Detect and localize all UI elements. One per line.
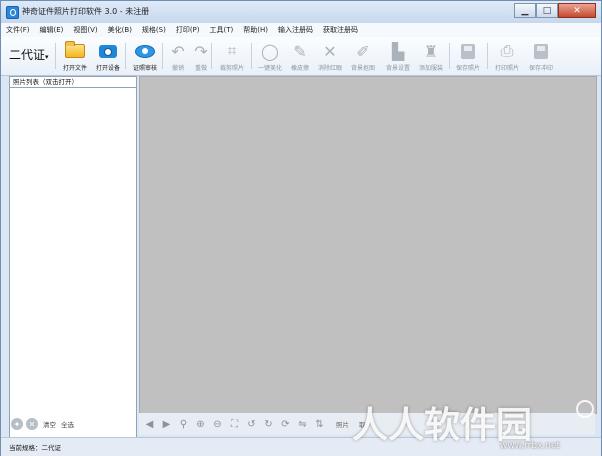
add-clothes-button[interactable]: ♜ 添加服装 xyxy=(414,39,448,73)
camera-icon xyxy=(99,44,117,58)
save-icon xyxy=(461,43,475,59)
spec-dropdown-label: 二代证 xyxy=(9,48,46,62)
select-all-button[interactable]: 全选 xyxy=(61,419,74,429)
refresh-icon[interactable]: ⟳ xyxy=(279,418,292,431)
toolbar: 二代证▾ 打开文件 打开设备 证照审核 ↶ 撤销 ↷ 重做 ⌗ 裁剪照片 ◯ 一… xyxy=(1,37,601,76)
eye-icon xyxy=(135,44,155,58)
menu-print[interactable]: 打印(P) xyxy=(171,25,205,35)
minimize-button[interactable]: ▁ xyxy=(514,3,536,18)
photo-label[interactable]: 照片 xyxy=(336,419,349,429)
menu-view[interactable]: 视图(V) xyxy=(68,25,102,35)
menu-bar: 文件(F) 编辑(E) 视图(V) 美化(B) 规格(S) 打印(P) 工具(T… xyxy=(1,23,601,37)
pin-icon[interactable]: ✦ xyxy=(11,418,23,430)
app-icon xyxy=(6,6,19,19)
zoom-out-icon[interactable]: ⊖ xyxy=(211,418,224,431)
dropdown-caret-icon: ▾ xyxy=(45,53,49,61)
background-icon: ▙ xyxy=(391,41,405,61)
menu-help[interactable]: 帮助(H) xyxy=(238,25,273,35)
clothes-icon: ♜ xyxy=(423,41,439,61)
close-button[interactable]: ✕ xyxy=(558,3,596,18)
window-title: 神奇证件照片打印软件 3.0 - 未注册 xyxy=(22,7,150,16)
red-eye-icon: ✕ xyxy=(323,41,337,61)
photo-canvas[interactable] xyxy=(139,76,597,414)
crop-icon: ⌗ xyxy=(227,41,237,60)
next-icon[interactable]: ▶ xyxy=(160,418,173,431)
menu-enter-regcode[interactable]: 输入注册码 xyxy=(273,25,318,35)
flip-vertical-icon[interactable]: ⇅ xyxy=(313,418,326,431)
menu-edit[interactable]: 编辑(E) xyxy=(35,25,69,35)
photo-list-panel[interactable]: 照片列表（双击打开） xyxy=(9,76,137,438)
menu-get-regcode[interactable]: 获取注册码 xyxy=(318,25,363,35)
watermark-logo-icon xyxy=(576,400,594,418)
maximize-button[interactable]: □ xyxy=(536,3,558,18)
flip-horizontal-icon[interactable]: ⇋ xyxy=(296,418,309,431)
eraser-icon: ✎ xyxy=(293,41,307,61)
printer-icon: ⎙ xyxy=(500,41,514,60)
status-text: 当前规格：二代证 xyxy=(9,444,61,452)
search-icon[interactable]: ⚲ xyxy=(177,418,190,431)
window-controls: ▁ □ ✕ xyxy=(514,3,596,19)
title-bar: 神奇证件照片打印软件 3.0 - 未注册 ▁ □ ✕ xyxy=(1,1,601,23)
watermark-url: www.rrbx.net xyxy=(500,441,561,451)
menu-tools[interactable]: 工具(T) xyxy=(205,25,239,35)
folder-icon xyxy=(65,41,85,58)
menu-file[interactable]: 文件(F) xyxy=(1,25,35,35)
photo-list-title: 照片列表（双击打开） xyxy=(10,77,136,88)
save-photo-button[interactable]: 保存照片 xyxy=(451,39,485,73)
redo-icon: ↷ xyxy=(194,41,208,61)
rotate-left-icon[interactable]: ↺ xyxy=(245,418,258,431)
crop-button[interactable]: ⌗ 裁剪照片 xyxy=(215,39,249,73)
photo-list-actions: ✦ ✕ 清空 全选 xyxy=(9,413,135,435)
print-save-icon xyxy=(534,43,548,59)
save-print-button[interactable]: 保存冲印 xyxy=(524,39,558,73)
magic-wand-icon: ✐ xyxy=(356,41,370,61)
beautify-icon: ◯ xyxy=(261,41,279,61)
spec-dropdown[interactable]: 二代证▾ xyxy=(9,46,49,63)
zoom-in-icon[interactable]: ⊕ xyxy=(194,418,207,431)
clear-button[interactable]: 清空 xyxy=(43,419,56,429)
save-print-label: 保存冲印 xyxy=(528,65,553,72)
fit-screen-icon[interactable]: ⛶ xyxy=(228,418,241,431)
previous-icon[interactable]: ◀ xyxy=(143,418,156,431)
menu-beautify[interactable]: 美化(B) xyxy=(103,25,137,35)
open-device-button[interactable]: 打开设备 xyxy=(91,39,125,73)
menu-spec[interactable]: 规格(S) xyxy=(137,25,171,35)
rotate-right-icon[interactable]: ↻ xyxy=(262,418,275,431)
delete-icon[interactable]: ✕ xyxy=(26,418,38,430)
app-window: 神奇证件照片打印软件 3.0 - 未注册 ▁ □ ✕ 文件(F) 编辑(E) 视… xyxy=(0,0,602,456)
